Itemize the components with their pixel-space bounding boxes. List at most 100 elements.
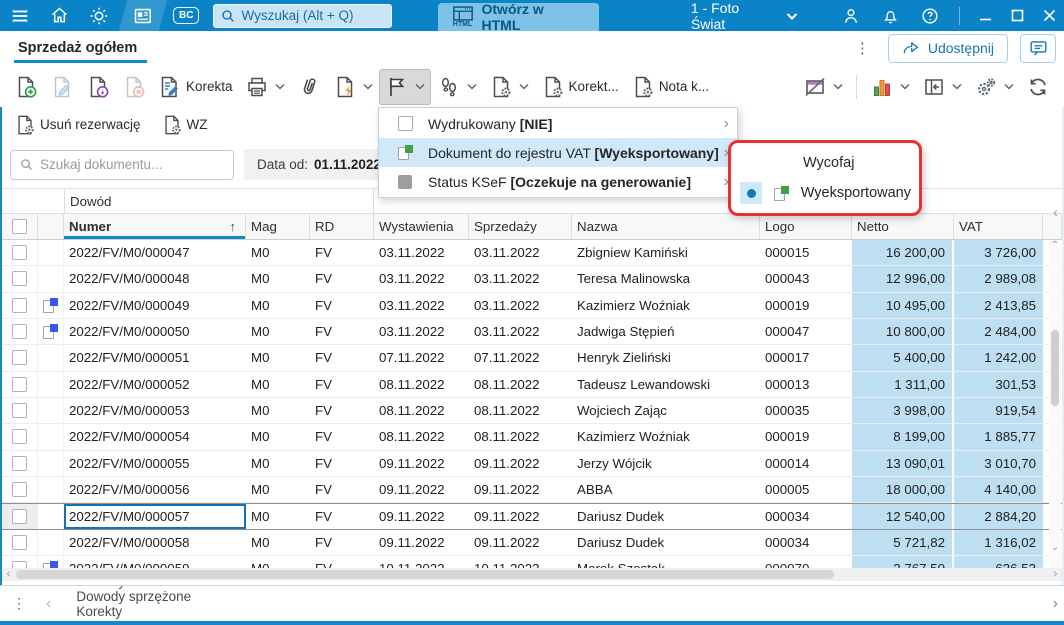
cell-sprzedazy[interactable]: 03.11.2022 [469, 266, 572, 291]
cell-sprzedazy[interactable]: 08.11.2022 [469, 398, 572, 423]
document-info-button[interactable] [80, 69, 116, 105]
document-settings-button[interactable] [483, 69, 535, 105]
cell-vat[interactable]: 1 885,77 [954, 424, 1043, 450]
cell-mag[interactable]: M0 [246, 319, 310, 344]
cell-nazwa[interactable]: Marek Szostak [572, 556, 760, 568]
notifications-bell-icon[interactable] [872, 0, 909, 31]
cell-nazwa[interactable]: Kazimierz Woźniak [572, 424, 760, 449]
row-checkbox[interactable] [12, 482, 27, 498]
cell-netto[interactable]: 12 540,00 [852, 504, 954, 529]
row-checkbox[interactable] [12, 403, 27, 419]
table-row[interactable]: 2022/FV/M0/000058 M0 FV 09.11.2022 09.11… [2, 529, 1062, 556]
korekta-button[interactable]: Korekta [152, 69, 239, 105]
date-from-filter[interactable]: Data od: 01.11.2022 [244, 149, 394, 180]
column-header-numer[interactable]: Numer ↑ [64, 214, 246, 239]
sun-icon[interactable] [79, 0, 119, 31]
cell-logo[interactable]: 000019 [760, 424, 852, 449]
cell-logo[interactable]: 000035 [760, 398, 852, 423]
cell-rd[interactable]: FV [310, 240, 374, 265]
global-search-input[interactable] [241, 8, 382, 23]
table-row[interactable]: 2022/FV/M0/000055 M0 FV 09.11.2022 09.11… [2, 450, 1062, 477]
cell-mag[interactable]: M0 [246, 477, 310, 502]
row-checkbox[interactable] [12, 245, 27, 261]
cell-mag[interactable]: M0 [246, 372, 310, 397]
cell-wystawienia[interactable]: 09.11.2022 [374, 530, 469, 555]
tab-korekty[interactable]: Korekty [76, 604, 198, 619]
cell-netto[interactable]: 1 311,00 [852, 371, 954, 397]
cell-nazwa[interactable]: Jadwiga Stępień [572, 319, 760, 344]
cell-netto[interactable]: 5 400,00 [852, 345, 954, 371]
cell-vat[interactable]: 1 242,00 [954, 345, 1043, 371]
cell-logo[interactable]: 000005 [760, 477, 852, 502]
menu-item[interactable]: Wydrukowany [NIE] › [379, 109, 737, 138]
cell-mag[interactable]: M0 [246, 240, 310, 265]
cell-mag[interactable]: M0 [246, 266, 310, 291]
submenu-item[interactable]: Wycofaj [731, 148, 919, 178]
select-all-checkbox[interactable] [12, 219, 27, 234]
cell-logo[interactable]: 000013 [760, 372, 852, 397]
cell-rd[interactable]: FV [310, 345, 374, 370]
table-row[interactable]: 2022/FV/M0/000059 M0 FV 10.11.2022 10.11… [2, 555, 1062, 568]
cell-numer[interactable]: 2022/FV/M0/000050 [64, 319, 246, 344]
cell-logo[interactable]: 000034 [760, 504, 852, 528]
more-options-icon[interactable]: ⋮ [849, 39, 876, 57]
cell-wystawienia[interactable]: 08.11.2022 [374, 372, 469, 397]
table-row[interactable]: 2022/FV/M0/000057 M0 FV 09.11.2022 09.11… [2, 503, 1062, 530]
cell-numer[interactable]: 2022/FV/M0/000048 [64, 266, 246, 291]
cell-logo[interactable]: 000014 [760, 451, 852, 476]
tabs-scroll-right-icon[interactable]: › [1047, 595, 1064, 613]
horizontal-scrollbar[interactable]: ‹ › [2, 568, 1062, 581]
cell-mag[interactable]: M0 [246, 345, 310, 370]
wz-button[interactable]: WZ [155, 107, 214, 143]
cell-vat[interactable]: 2 413,85 [954, 292, 1043, 318]
document-search-input[interactable] [40, 157, 210, 172]
cell-logo[interactable]: 000070 [760, 556, 852, 568]
cell-sprzedazy[interactable]: 03.11.2022 [469, 293, 572, 318]
analysis-chart-button[interactable] [864, 69, 916, 105]
cell-netto[interactable]: 13 090,01 [852, 450, 954, 476]
horizontal-scroll-thumb[interactable] [16, 570, 834, 579]
cell-sprzedazy[interactable]: 08.11.2022 [469, 424, 572, 449]
cell-sprzedazy[interactable]: 09.11.2022 [469, 451, 572, 476]
column-header-nazwa[interactable]: Nazwa [572, 214, 760, 239]
cell-rd[interactable]: FV [310, 372, 374, 397]
usun-rezerwacje-button[interactable]: Usuń rezerwację [8, 107, 147, 143]
cell-logo[interactable]: 000017 [760, 345, 852, 370]
scroll-up-icon[interactable]: ⌃ [1049, 240, 1061, 252]
cell-netto[interactable]: 8 199,00 [852, 424, 954, 450]
row-checkbox[interactable] [12, 297, 27, 313]
cell-vat[interactable]: 2 884,20 [954, 504, 1043, 529]
cell-wystawienia[interactable]: 09.11.2022 [374, 477, 469, 502]
table-row[interactable]: 2022/FV/M0/000053 M0 FV 08.11.2022 08.11… [2, 397, 1062, 425]
cell-wystawienia[interactable]: 03.11.2022 [374, 240, 469, 265]
cell-logo[interactable]: 000034 [760, 530, 852, 555]
delete-document-button[interactable] [116, 69, 152, 105]
korekt-button[interactable]: Korekt... [535, 69, 625, 105]
cell-rd[interactable]: FV [310, 266, 374, 291]
cell-rd[interactable]: FV [310, 424, 374, 449]
share-button[interactable]: Udostępnij [887, 33, 1008, 63]
cell-logo[interactable]: 000015 [760, 240, 852, 265]
cell-vat[interactable]: 301,53 [954, 371, 1043, 397]
cell-netto[interactable]: 3 998,00 [852, 397, 954, 424]
column-header-wystawienia[interactable]: Wystawienia [374, 214, 469, 239]
cell-wystawienia[interactable]: 08.11.2022 [374, 424, 469, 449]
row-checkbox[interactable] [12, 455, 27, 471]
global-search[interactable] [213, 3, 392, 28]
row-checkbox[interactable] [12, 376, 27, 392]
cell-nazwa[interactable]: Dariusz Dudek [572, 504, 760, 528]
cell-mag[interactable]: M0 [246, 424, 310, 449]
cell-sprzedazy[interactable]: 09.11.2022 [469, 504, 572, 528]
cell-nazwa[interactable]: Jerzy Wójcik [572, 451, 760, 476]
open-in-html-button[interactable]: HTML Otwórz w HTML [437, 1, 599, 33]
attachment-button[interactable] [291, 69, 327, 105]
news-module-icon[interactable] [118, 0, 168, 31]
cell-wystawienia[interactable]: 03.11.2022 [374, 319, 469, 344]
cell-nazwa[interactable]: Tadeusz Lewandowski [572, 372, 760, 397]
company-selector[interactable]: 1 - Foto Świat [691, 0, 798, 32]
collapse-panel-icon[interactable]: ‹ [1053, 204, 1058, 221]
table-row[interactable]: 2022/FV/M0/000054 M0 FV 08.11.2022 08.11… [2, 424, 1062, 451]
panel-layout-button[interactable] [916, 69, 968, 105]
table-row[interactable]: 2022/FV/M0/000048 M0 FV 03.11.2022 03.11… [2, 266, 1062, 293]
cell-nazwa[interactable]: Wojciech Zając [572, 398, 760, 423]
